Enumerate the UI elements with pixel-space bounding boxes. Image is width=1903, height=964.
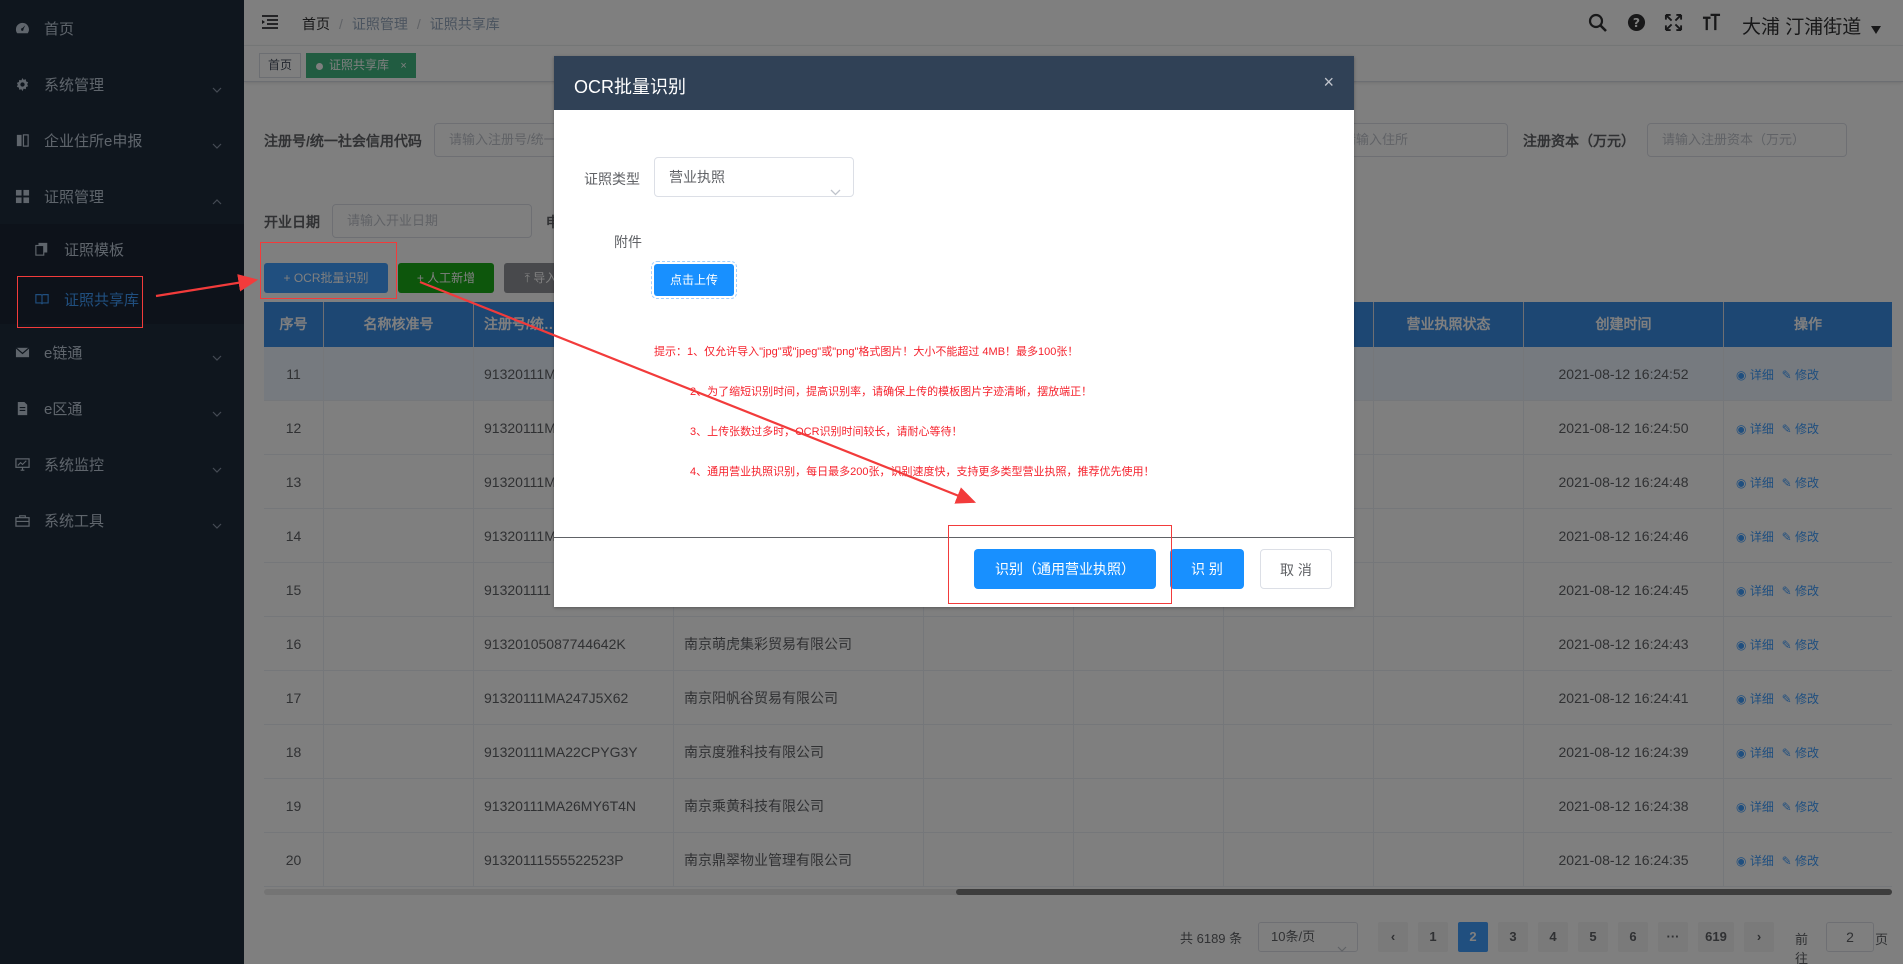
close-icon[interactable]: × — [1323, 73, 1334, 91]
ocr-batch-dialog: OCR批量识别 × 证照类型 营业执照 附件 点击上传 提示：1、仅允许导入"j… — [554, 56, 1354, 607]
tip-line: 提示：1、仅允许导入"jpg"或"jpeg"或"png"格式图片！大小不能超过 … — [654, 346, 1079, 358]
chevron-down-icon — [830, 172, 841, 210]
attachment-label: 附件 — [614, 234, 642, 250]
app-root: 首页 系统管理 企业住所e申报 证照管理 证照模板 证照共享库 — [0, 0, 1903, 964]
license-type-select[interactable]: 营业执照 — [654, 157, 854, 197]
dialog-body: 证照类型 营业执照 附件 点击上传 提示：1、仅允许导入"jpg"或"jpeg"… — [554, 110, 1354, 538]
upload-button[interactable]: 点击上传 — [651, 261, 737, 299]
recognize-button[interactable]: 识 别 — [1170, 549, 1244, 589]
recognize-general-button[interactable]: 识别（通用营业执照） — [974, 549, 1156, 589]
license-type-label: 证照类型 — [584, 171, 640, 187]
tip-line: 2、为了缩短识别时间，提高识别率，请确保上传的模板图片字迹清晰，摆放端正！ — [690, 386, 1093, 398]
cancel-button[interactable]: 取 消 — [1260, 549, 1332, 589]
dialog-title: OCR批量识别 — [574, 77, 686, 97]
tip-line: 4、通用营业执照识别，每日最多200张，识别速度快，支持更多类型营业执照，推荐优… — [690, 466, 1155, 478]
tip-line: 3、上传张数过多时，OCR识别时间较长，请耐心等待！ — [690, 426, 963, 438]
dialog-footer: 识别（通用营业执照） 识 别 取 消 — [554, 537, 1354, 607]
dialog-header: OCR批量识别 × — [554, 56, 1354, 110]
license-type-value: 营业执照 — [669, 169, 725, 185]
